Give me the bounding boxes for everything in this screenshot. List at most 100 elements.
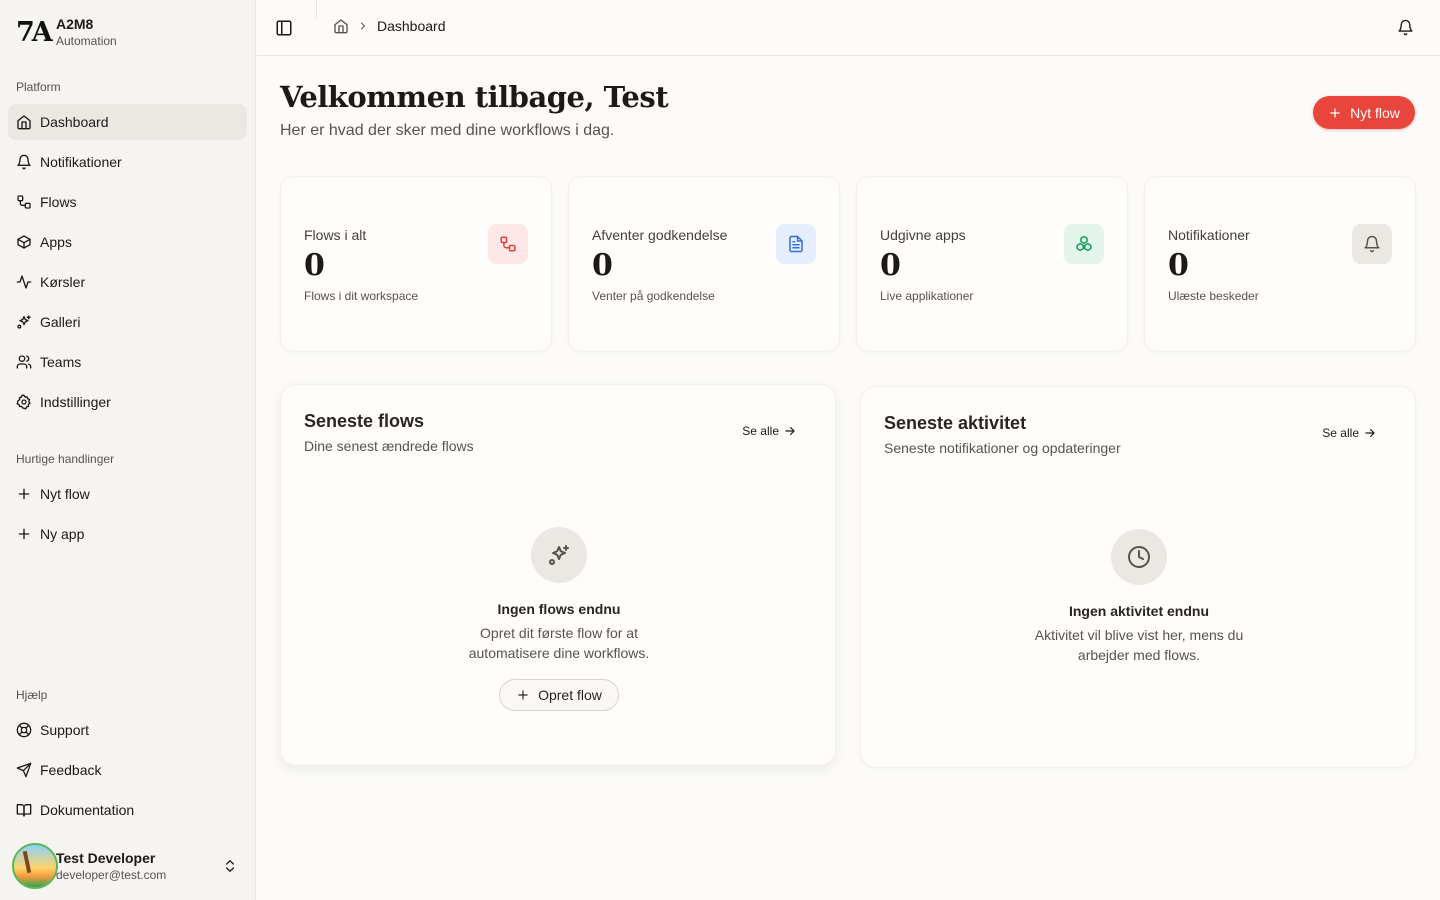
stat-card-published-apps[interactable]: Udgivne apps 0 Live applikationer bbox=[856, 176, 1128, 352]
panel-subtitle: Seneste notifikationer og opdateringer bbox=[884, 440, 1121, 456]
sidebar-item-label: Notifikationer bbox=[40, 154, 122, 170]
sidebar-item-new-app[interactable]: Ny app bbox=[8, 516, 247, 552]
stat-icon-box bbox=[776, 224, 816, 264]
see-all-flows-link[interactable]: Se alle bbox=[742, 424, 797, 438]
chevron-right-icon bbox=[361, 22, 366, 30]
sidebar-item-label: Kørsler bbox=[40, 274, 86, 290]
stat-card-notifications[interactable]: Notifikationer 0 Ulæste beskeder bbox=[1144, 176, 1416, 352]
stat-card-pending-approval[interactable]: Afventer godkendelse 0 Venter på godkend… bbox=[568, 176, 840, 352]
stat-icon-box bbox=[1064, 224, 1104, 264]
stat-label: Notifikationer bbox=[1168, 227, 1250, 243]
empty-state-title: Ingen aktivitet endnu bbox=[1068, 603, 1209, 619]
arrow-right-icon bbox=[1365, 428, 1375, 438]
recent-flows-panel: Seneste flows Dine senest ændrede flows … bbox=[280, 384, 836, 766]
sidebar-item-label: Support bbox=[40, 722, 90, 738]
sidebar-item-label: Galleri bbox=[40, 314, 81, 330]
activity-icon bbox=[16, 275, 32, 289]
sidebar-item-galleri[interactable]: Galleri bbox=[8, 304, 247, 340]
box-icon bbox=[17, 235, 31, 249]
sidebar-item-label: Ny app bbox=[40, 526, 85, 542]
see-all-activity-link[interactable]: Se alle bbox=[1322, 426, 1377, 440]
sidebar-item-notifikationer[interactable]: Notifikationer bbox=[8, 144, 247, 180]
bell-icon[interactable] bbox=[1397, 19, 1414, 36]
divider bbox=[316, 0, 317, 18]
brand[interactable]: 7A A2M8 Automation bbox=[16, 14, 117, 50]
user-menu[interactable]: Test Developer developer@test.com bbox=[12, 842, 246, 890]
sidebar-item-support[interactable]: Support bbox=[8, 712, 247, 748]
see-all-label: Se alle bbox=[742, 424, 779, 438]
sidebar-item-label: Apps bbox=[40, 234, 72, 250]
stat-card-flows[interactable]: Flows i alt 0 Flows i dit workspace bbox=[280, 176, 552, 352]
sidebar-item-dashboard[interactable]: Dashboard bbox=[8, 104, 247, 140]
panel-title: Seneste flows bbox=[304, 411, 425, 431]
new-flow-button[interactable]: Nyt flow bbox=[1313, 96, 1415, 129]
sidebar-item-label: Teams bbox=[40, 354, 82, 370]
empty-state-icon bbox=[531, 527, 587, 583]
create-flow-label: Opret flow bbox=[538, 687, 602, 703]
sidebar-item-korsler[interactable]: Kørsler bbox=[8, 264, 247, 300]
new-flow-label: Nyt flow bbox=[1350, 104, 1400, 121]
see-all-label: Se alle bbox=[1322, 426, 1359, 440]
empty-state-text: Opret dit første flow for at automatiser… bbox=[468, 625, 650, 661]
users-icon bbox=[16, 355, 32, 369]
sidebar-item-apps[interactable]: Apps bbox=[8, 224, 247, 260]
stat-value: 0 bbox=[304, 248, 325, 283]
sidebar: 7A A2M8 Automation Platform Dashboard No… bbox=[0, 0, 256, 900]
panel-subtitle: Dine senest ændrede flows bbox=[304, 438, 474, 454]
top-bar: Dashboard bbox=[257, 0, 1440, 56]
flow-icon bbox=[17, 195, 31, 209]
sidebar-item-feedback[interactable]: Feedback bbox=[8, 752, 247, 788]
sidebar-item-indstillinger[interactable]: Indstillinger bbox=[8, 384, 247, 420]
page-subtitle: Her er hvad der sker med dine workflows … bbox=[280, 122, 615, 139]
sidebar-item-label: Nyt flow bbox=[40, 486, 90, 502]
stat-label: Flows i alt bbox=[304, 227, 367, 243]
stat-icon-box bbox=[488, 224, 528, 264]
sidebar-item-dokumentation[interactable]: Dokumentation bbox=[8, 792, 247, 828]
empty-state-text: Aktivitet vil blive vist her, mens du ar… bbox=[1034, 627, 1244, 663]
plus-icon bbox=[518, 690, 528, 700]
recent-activity-panel: Seneste aktivitet Seneste notifikationer… bbox=[860, 386, 1416, 768]
sidebar-item-label: Dokumentation bbox=[40, 802, 135, 818]
home-icon[interactable] bbox=[333, 18, 349, 34]
sidebar-item-label: Indstillinger bbox=[40, 394, 111, 410]
stat-description: Flows i dit workspace bbox=[304, 289, 419, 303]
bell-icon bbox=[17, 154, 31, 170]
brand-name: A2M8 bbox=[56, 15, 94, 32]
gear-icon bbox=[16, 394, 31, 410]
breadcrumb: Dashboard bbox=[333, 18, 446, 34]
flow-icon bbox=[500, 236, 516, 252]
sidebar-item-new-flow[interactable]: Nyt flow bbox=[8, 476, 247, 512]
create-flow-button[interactable]: Opret flow bbox=[499, 679, 619, 711]
brand-subtitle: Automation bbox=[56, 33, 117, 48]
document-icon bbox=[789, 235, 803, 253]
stat-icon-box bbox=[1352, 224, 1392, 264]
home-icon bbox=[17, 115, 31, 130]
sidebar-item-label: Dashboard bbox=[40, 114, 109, 130]
send-icon bbox=[16, 762, 32, 778]
plus-icon bbox=[18, 488, 30, 500]
book-icon bbox=[16, 804, 32, 817]
stat-description: Venter på godkendelse bbox=[592, 289, 715, 303]
stat-value: 0 bbox=[1168, 248, 1189, 283]
user-email: developer@test.com bbox=[56, 867, 167, 882]
breadcrumb-current: Dashboard bbox=[377, 18, 446, 34]
sidebar-item-flows[interactable]: Flows bbox=[8, 184, 247, 220]
bell-icon bbox=[1364, 235, 1380, 253]
stat-value: 0 bbox=[592, 248, 613, 283]
plus-icon bbox=[1330, 107, 1340, 118]
empty-state-icon bbox=[1111, 529, 1167, 585]
boxes-icon bbox=[1076, 235, 1092, 252]
logo: 7A bbox=[16, 16, 53, 48]
lifebuoy-icon bbox=[16, 722, 32, 738]
sidebar-toggle-icon[interactable] bbox=[275, 19, 293, 37]
sparkles-icon bbox=[549, 545, 569, 565]
section-label-help: Hjælp bbox=[16, 688, 48, 702]
sidebar-item-teams[interactable]: Teams bbox=[8, 344, 247, 380]
page-title: Velkommen tilbage, Test bbox=[280, 80, 669, 114]
section-label-platform: Platform bbox=[16, 80, 61, 94]
user-name: Test Developer bbox=[56, 849, 156, 866]
stat-label: Afventer godkendelse bbox=[592, 227, 728, 243]
plus-icon bbox=[18, 528, 30, 540]
sidebar-item-label: Flows bbox=[40, 194, 77, 210]
empty-state-title: Ingen flows endnu bbox=[497, 601, 621, 617]
